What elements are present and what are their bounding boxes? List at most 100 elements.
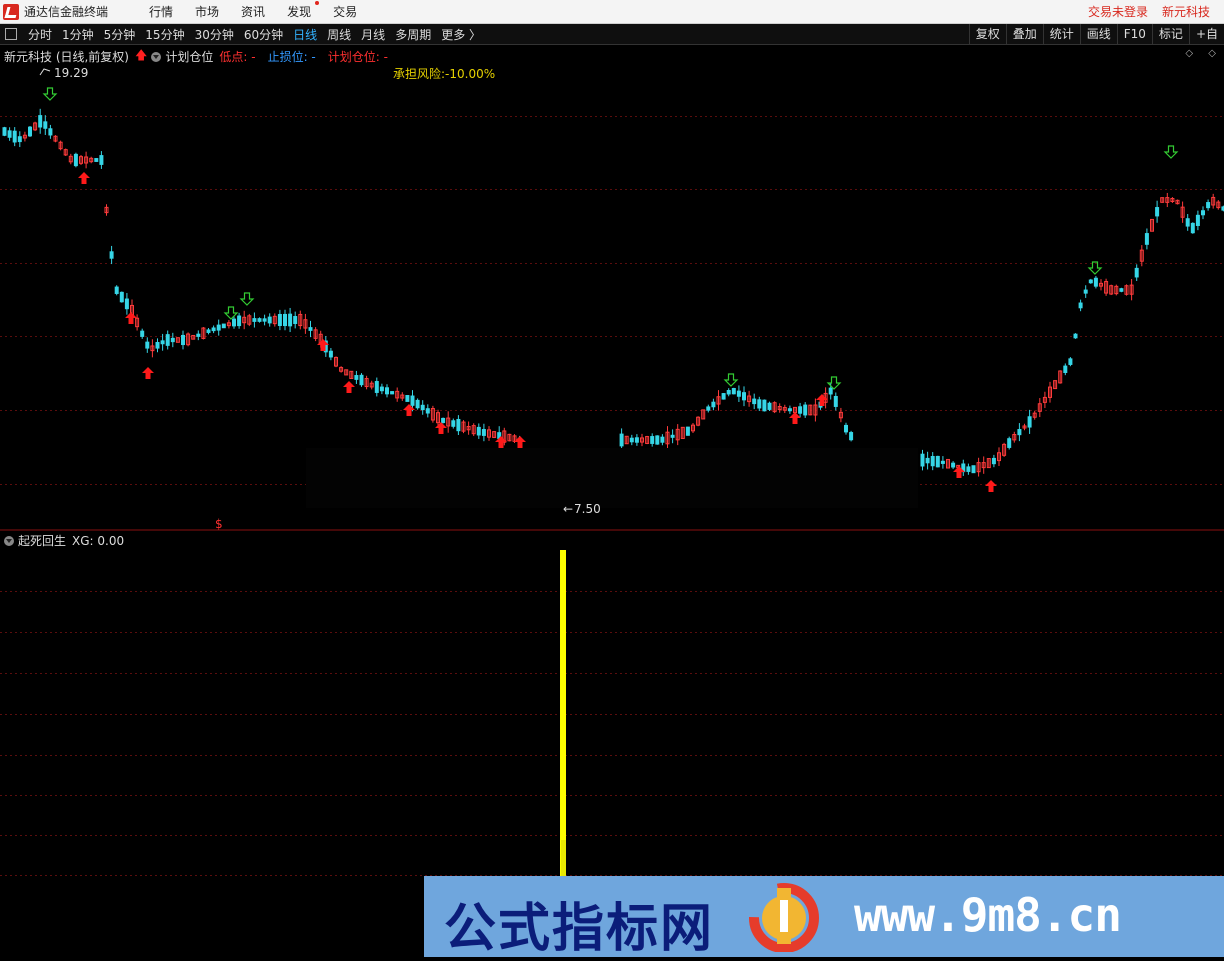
candle-body xyxy=(762,399,767,412)
sub-indicator-menu-icon[interactable] xyxy=(4,535,14,546)
low-point-label: 低点: - xyxy=(219,50,256,64)
candle-body xyxy=(1068,358,1073,365)
signal-bar-base xyxy=(561,840,566,876)
candle-body xyxy=(221,323,226,329)
candle-body xyxy=(252,318,257,322)
candle-body xyxy=(930,456,935,467)
candle-body xyxy=(971,465,976,474)
watermark-left-text: 公式指标网 xyxy=(444,899,715,959)
candle-body xyxy=(1078,302,1083,309)
candle-body xyxy=(283,313,287,327)
candle-body xyxy=(787,408,792,412)
candle-body xyxy=(196,333,201,337)
candle-body xyxy=(410,395,415,406)
buy-arrow-icon xyxy=(816,394,828,406)
candle-body xyxy=(43,121,48,129)
candle-body xyxy=(2,127,7,136)
candle-body xyxy=(379,386,384,392)
dollar-marker: $ xyxy=(215,517,223,531)
high-pointer-icon xyxy=(39,68,51,76)
candle-body xyxy=(267,316,272,324)
candle-body xyxy=(1201,210,1205,216)
diamond-icon-2[interactable]: ◇ xyxy=(1208,48,1216,59)
candle-body xyxy=(415,399,420,409)
chart-canvas[interactable]: 19.29 7.50 ← $ 承担风险:-10.00% xyxy=(0,0,1224,957)
indicator-menu-icon[interactable] xyxy=(151,51,162,62)
candle-body xyxy=(1144,233,1149,245)
chart-title: 新元科技 (日线,前复权) xyxy=(4,50,129,64)
candle-body xyxy=(160,340,165,345)
indicator-name[interactable]: 计划仓位 xyxy=(165,48,213,65)
sell-arrow-icon xyxy=(42,87,58,101)
candle-body xyxy=(742,392,746,401)
candle-body xyxy=(1073,333,1078,339)
candle-body xyxy=(405,395,410,402)
candle-body xyxy=(308,327,313,331)
candle-body xyxy=(685,426,690,436)
candle-body xyxy=(650,436,655,444)
candle-body xyxy=(726,390,731,395)
candle-body xyxy=(109,251,114,259)
sub-indicator-value: XG: 0.00 xyxy=(72,533,125,548)
candle-body xyxy=(940,460,945,464)
signal-bar xyxy=(560,550,566,876)
stop-loss-label: 止损位: - xyxy=(267,50,316,64)
candle-body xyxy=(155,341,160,349)
diamond-icon[interactable]: ◇ xyxy=(1185,48,1193,59)
buy-arrow-icon xyxy=(78,172,90,184)
candle-body xyxy=(711,401,716,408)
buy-arrow-icon xyxy=(985,480,997,492)
candle-body xyxy=(441,417,446,424)
plan-position-label: 计划仓位: - xyxy=(327,50,388,64)
candle-body xyxy=(660,436,665,443)
candle-body xyxy=(94,158,99,162)
candle-body xyxy=(752,398,757,405)
candle-body xyxy=(114,286,119,294)
candle-body xyxy=(991,457,996,465)
buy-arrow-icon xyxy=(343,381,355,393)
candle-body xyxy=(145,341,150,349)
candle-body xyxy=(655,435,660,445)
candle-body xyxy=(385,387,389,395)
sell-arrow-icon xyxy=(223,306,239,320)
candle-body xyxy=(619,433,624,447)
main-chart-header: 新元科技 (日线,前复权) 🡅 计划仓位 低点: - 止损位: - 计划仓位: … xyxy=(4,46,388,67)
candle-body xyxy=(1093,277,1098,287)
candle-body xyxy=(232,318,236,327)
candle-body xyxy=(1017,429,1022,436)
watermark-banner: 公式指标网 www.9m8.cn xyxy=(424,876,1224,959)
candle-body xyxy=(328,350,333,358)
candle-body xyxy=(359,374,364,386)
candle-body xyxy=(1190,222,1195,234)
risk-label: 承担风险:-10.00% xyxy=(393,66,495,81)
high-price-label: 19.29 xyxy=(54,66,88,80)
candle-body xyxy=(170,337,175,343)
candle-body xyxy=(374,381,379,393)
candle-body xyxy=(481,429,486,436)
candle-body xyxy=(1155,207,1160,217)
candle-body xyxy=(1088,279,1093,284)
candle-body xyxy=(1119,288,1124,292)
candle-body xyxy=(17,136,22,143)
candle-body xyxy=(828,387,833,395)
candle-body xyxy=(833,395,838,407)
candle-body xyxy=(288,313,293,327)
sub-indicator-name[interactable]: 起死回生 xyxy=(18,532,66,549)
candle-body xyxy=(262,318,267,322)
candle-body xyxy=(99,155,104,165)
candle-body xyxy=(119,291,124,303)
candle-body xyxy=(736,390,741,397)
buy-arrow-icon xyxy=(435,422,447,434)
candle-body xyxy=(803,404,808,416)
candle-body xyxy=(1206,202,1211,209)
low-pointer-icon: ← xyxy=(563,502,573,516)
candle-body xyxy=(757,399,762,409)
candle-body xyxy=(476,426,481,436)
sell-arrow-icon xyxy=(723,373,739,387)
redaction-box xyxy=(306,448,918,508)
candle-body xyxy=(706,406,711,411)
watermark-logo-icon xyxy=(749,883,819,952)
candle-body xyxy=(124,298,129,310)
candle-body xyxy=(629,437,634,443)
sell-arrow-icon xyxy=(239,292,255,306)
